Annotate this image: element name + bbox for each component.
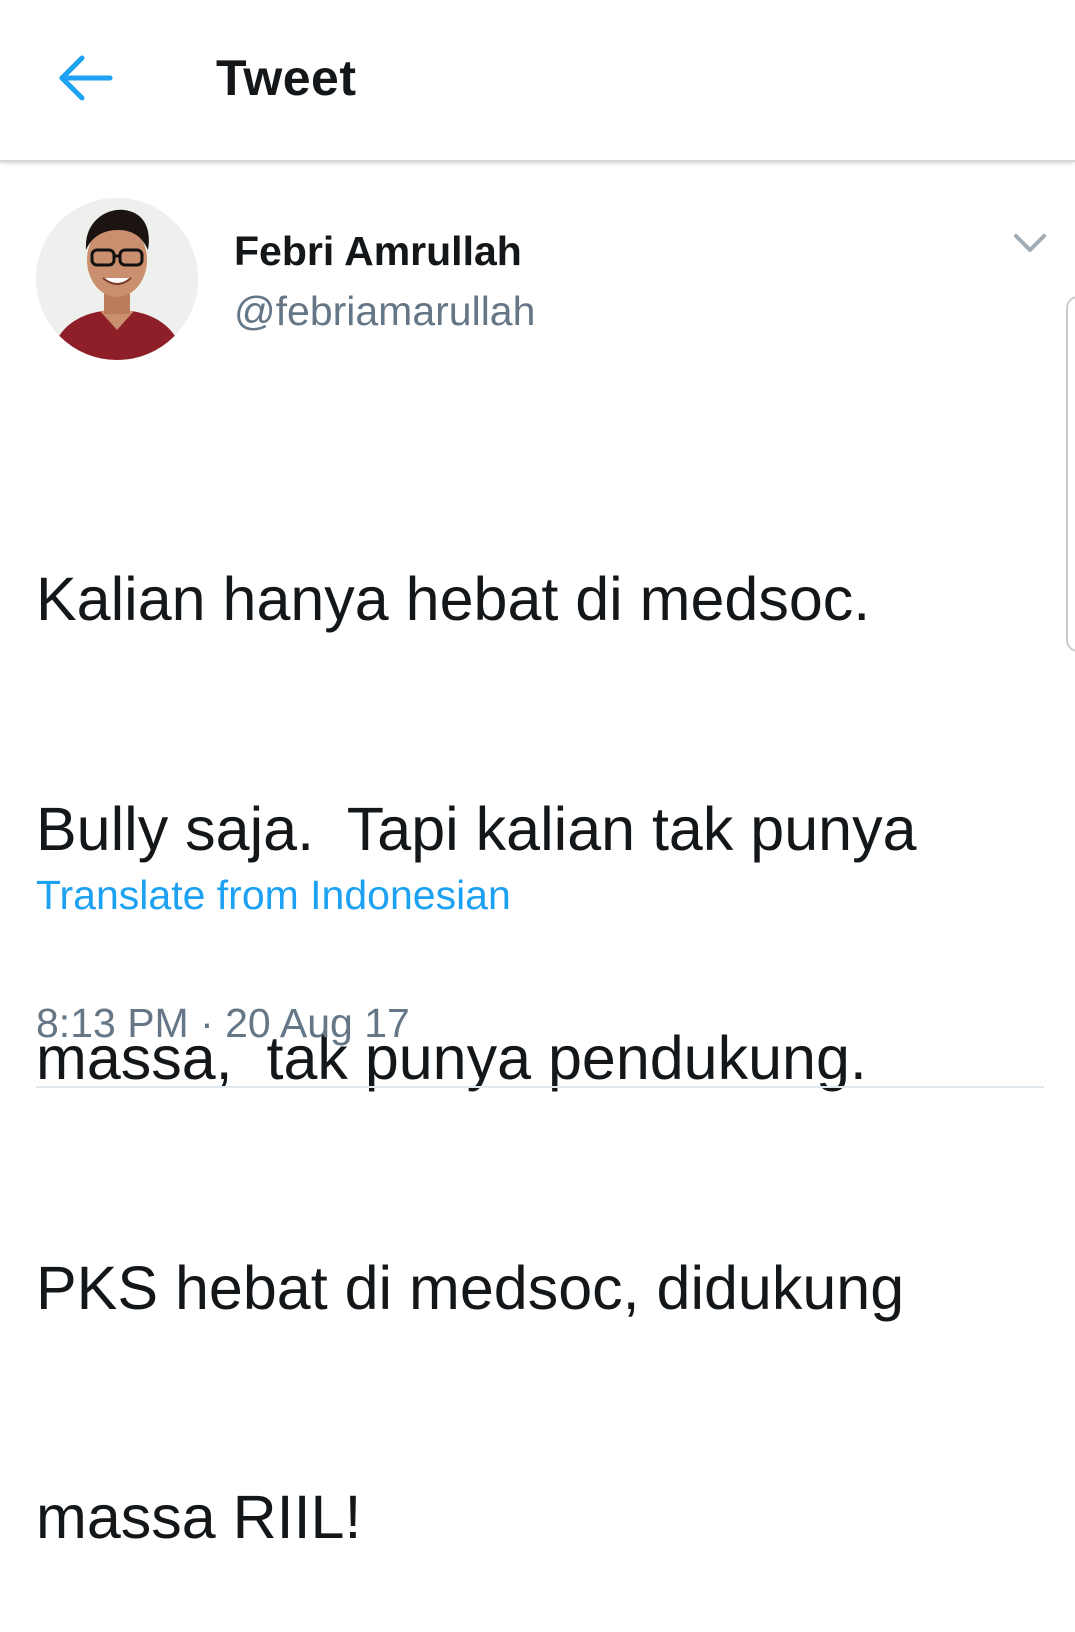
author-display-name[interactable]: Febri Amrullah [234, 226, 522, 276]
tweet-line: Bully saja. Tapi kalian tak punya [36, 794, 917, 863]
top-app-bar: Tweet [0, 0, 1075, 162]
scroll-handle[interactable] [1066, 296, 1075, 652]
tweet-timestamp: 8:13 PM · 20 Aug 17 [36, 1000, 410, 1046]
avatar-photo [36, 198, 198, 360]
avatar[interactable] [36, 198, 198, 360]
translate-link[interactable]: Translate from Indonesian [36, 870, 511, 920]
chevron-down-icon [1014, 234, 1046, 252]
page-title: Tweet [216, 50, 357, 106]
back-button[interactable] [48, 48, 124, 108]
author-username[interactable]: @febriamarullah [234, 286, 535, 336]
tweet-line: Kalian hanya hebat di medsoc. [36, 565, 871, 633]
tweet-line: massa RIIL! [36, 1483, 362, 1551]
tweet-line: PKS hebat di medsoc, didukung [36, 1253, 905, 1322]
tweet-menu-button[interactable] [1008, 226, 1052, 260]
divider [36, 1086, 1044, 1088]
arrow-left-icon [59, 55, 113, 101]
